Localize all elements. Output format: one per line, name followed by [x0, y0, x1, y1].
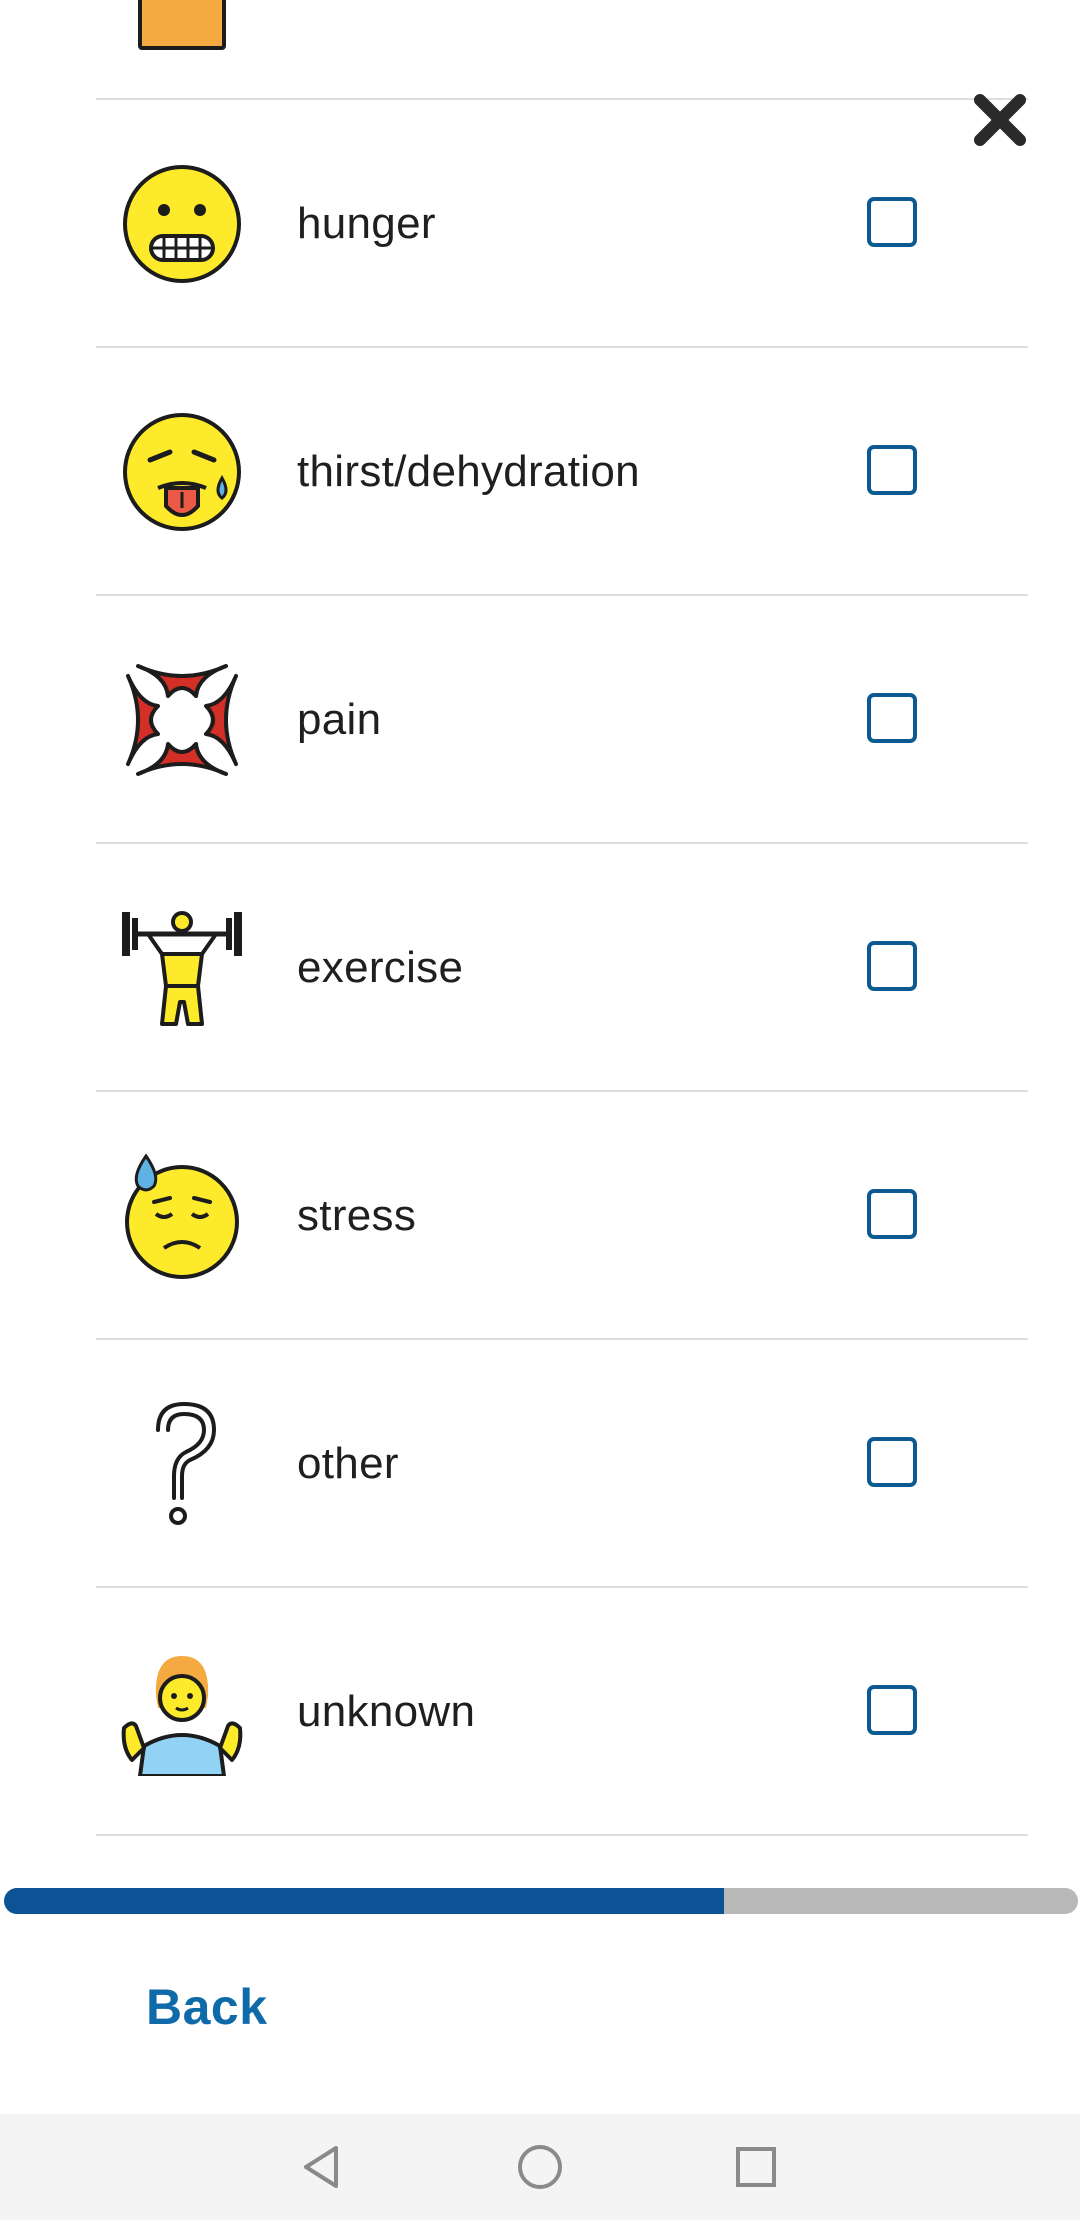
- checkbox[interactable]: [867, 445, 917, 495]
- progress-fill: [4, 1888, 724, 1914]
- close-icon[interactable]: [970, 90, 1030, 150]
- progress-bar: [4, 1888, 1078, 1914]
- item-label: thirst/dehydration: [297, 447, 640, 496]
- checkbox[interactable]: [867, 1189, 917, 1239]
- checkbox[interactable]: [867, 1685, 917, 1735]
- list-item-partial[interactable]: [96, 0, 1028, 100]
- clipboard-icon: [136, 0, 232, 52]
- question-mark-icon: [118, 1400, 246, 1528]
- back-button[interactable]: Back: [146, 1978, 268, 2036]
- item-label: other: [297, 1439, 399, 1488]
- list-item-other[interactable]: other: [96, 1340, 1028, 1588]
- grimacing-face-icon: [118, 160, 246, 288]
- item-label: unknown: [297, 1687, 476, 1736]
- checkbox[interactable]: [867, 693, 917, 743]
- nav-recents-icon[interactable]: [731, 2142, 781, 2192]
- list-item-thirst[interactable]: thirst/dehydration: [96, 348, 1028, 596]
- hot-face-icon: [118, 408, 246, 536]
- list-item-unknown[interactable]: unknown: [96, 1588, 1028, 1836]
- weight-lifting-icon: [118, 904, 246, 1032]
- downcast-sweat-face-icon: [118, 1152, 246, 1280]
- list-item-exercise[interactable]: exercise: [96, 844, 1028, 1092]
- checkbox[interactable]: [867, 1437, 917, 1487]
- item-label: exercise: [297, 943, 464, 992]
- nav-home-icon[interactable]: [515, 2142, 565, 2192]
- checkbox[interactable]: [867, 941, 917, 991]
- nav-back-icon[interactable]: [298, 2142, 348, 2192]
- anger-symbol-icon: [118, 656, 246, 784]
- person-shrugging-icon: [118, 1648, 246, 1776]
- list-item-pain[interactable]: pain: [96, 596, 1028, 844]
- system-nav-bar: [0, 2114, 1080, 2220]
- item-label: pain: [297, 695, 382, 744]
- item-label: hunger: [297, 199, 436, 248]
- checkbox[interactable]: [867, 197, 917, 247]
- list-item-hunger[interactable]: hunger: [96, 100, 1028, 348]
- list-item-stress[interactable]: stress: [96, 1092, 1028, 1340]
- item-label: stress: [297, 1191, 417, 1240]
